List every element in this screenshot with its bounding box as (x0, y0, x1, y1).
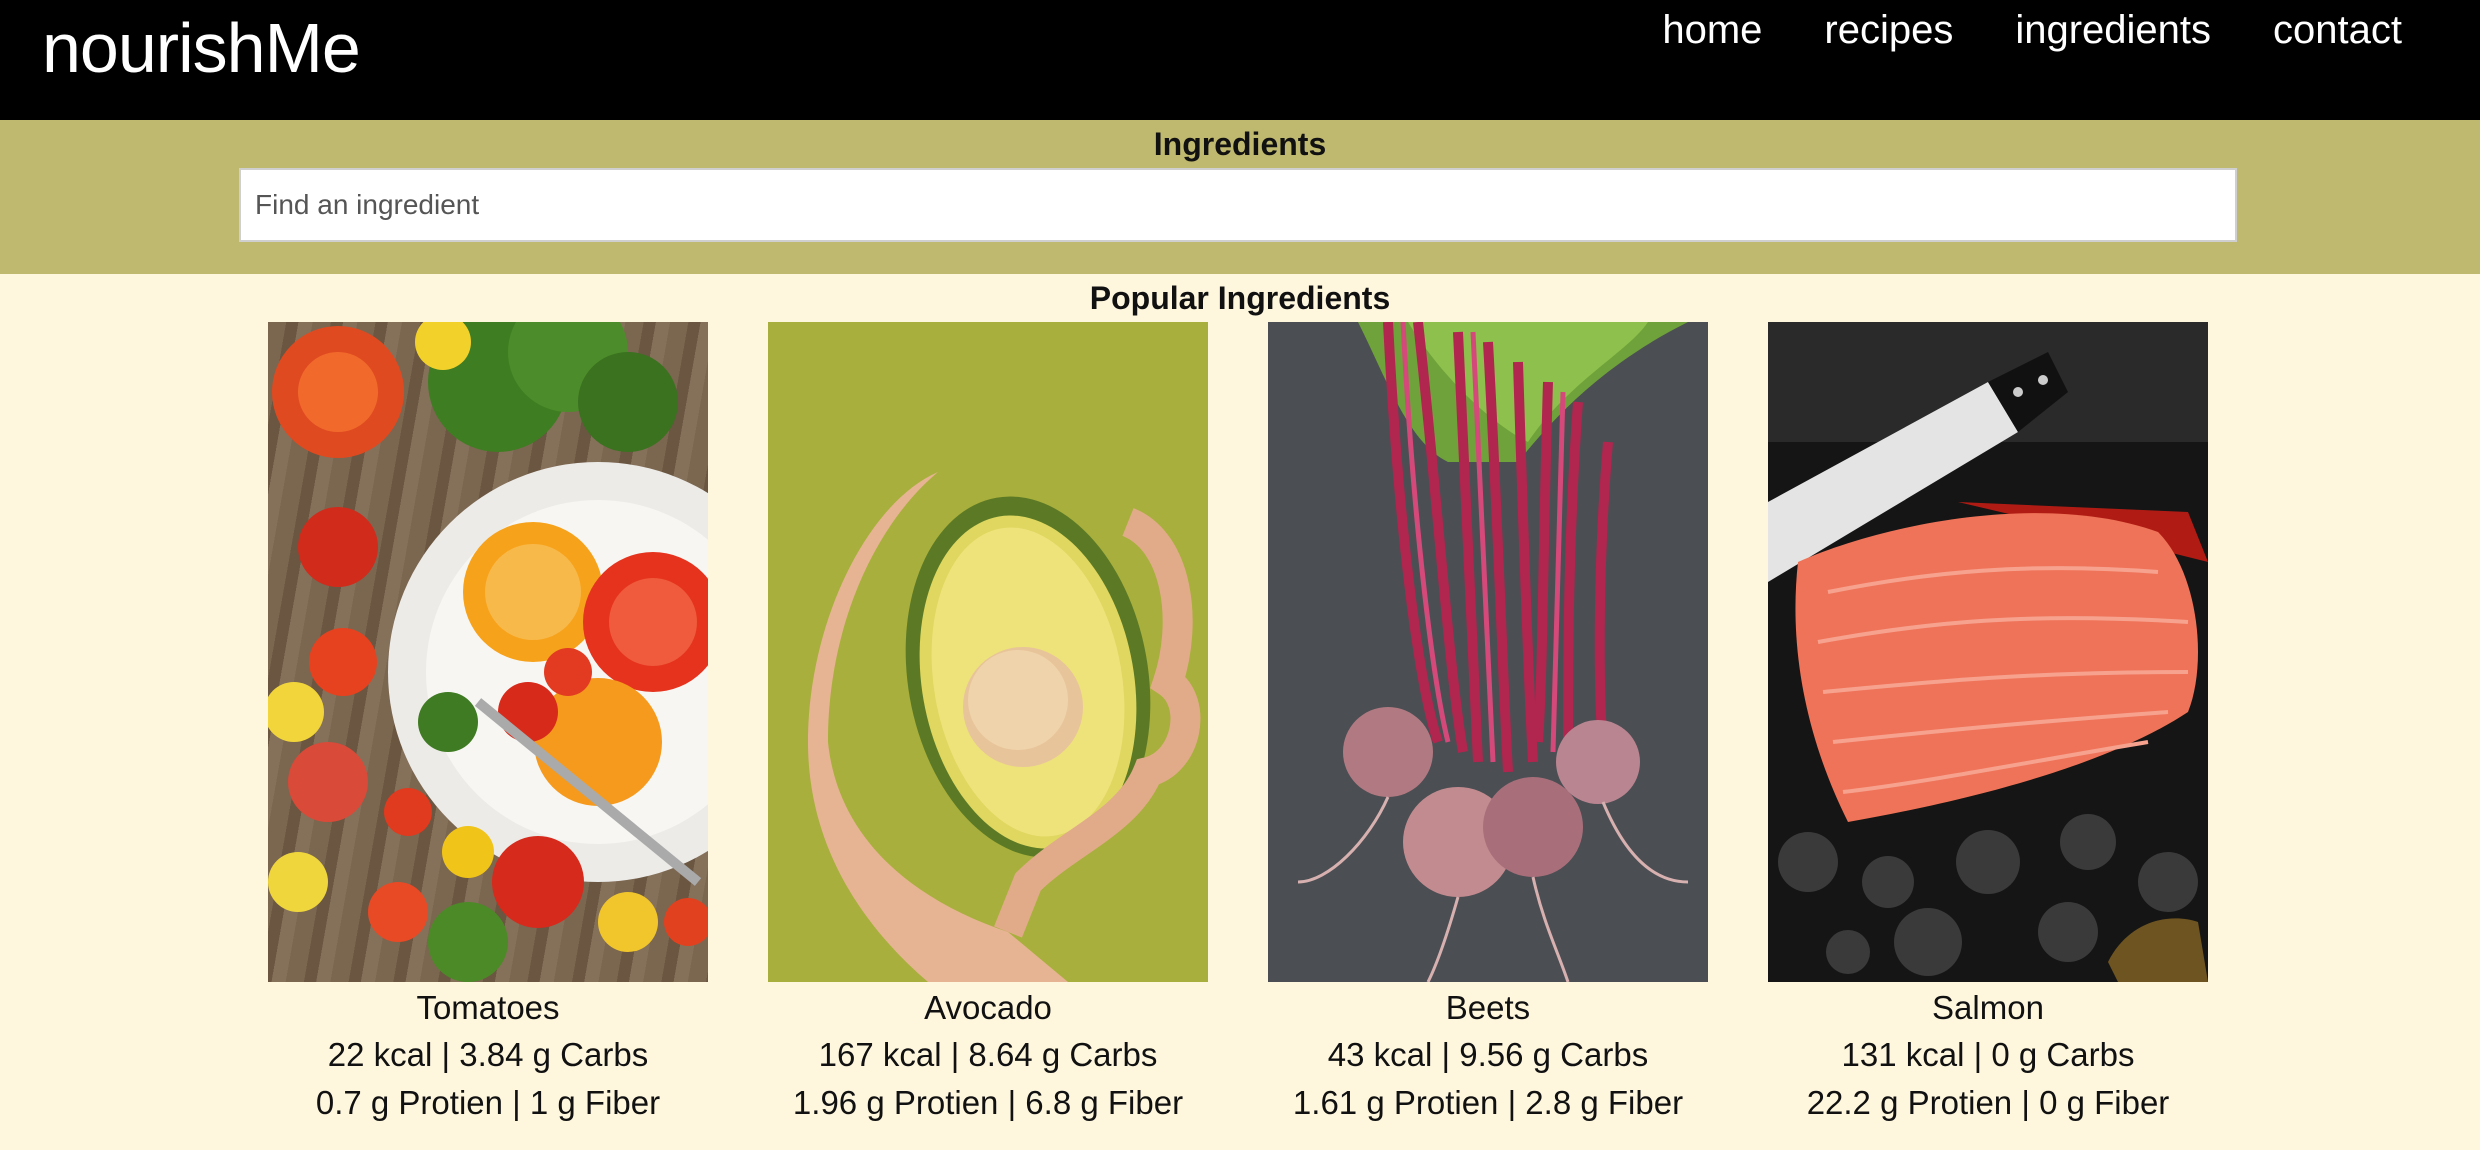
nutrition-line-2: 1.61 g Protien | 2.8 g Fiber (1292, 1084, 1684, 1122)
site-logo[interactable]: nourishMe (42, 8, 361, 88)
nutrition-line-1: 131 kcal | 0 g Carbs (1841, 1036, 2135, 1074)
main-nav: home recipes ingredients contact (1662, 8, 2402, 53)
beets-image[interactable] (1268, 322, 1708, 982)
ingredient-card-beets[interactable]: Beets 43 kcal | 9.56 g Carbs 1.61 g Prot… (1268, 322, 1708, 1122)
nutrition-line-1: 22 kcal | 3.84 g Carbs (327, 1036, 649, 1074)
ingredient-card-salmon[interactable]: Salmon 131 kcal | 0 g Carbs 22.2 g Proti… (1768, 322, 2208, 1122)
search-title: Ingredients (1153, 126, 1327, 162)
nav-home[interactable]: home (1662, 8, 1762, 53)
salmon-image[interactable] (1768, 322, 2208, 982)
ingredient-search-input[interactable] (239, 168, 2237, 242)
nutrition-line-1: 43 kcal | 9.56 g Carbs (1327, 1036, 1649, 1074)
nav-recipes[interactable]: recipes (1824, 8, 1953, 53)
tomatoes-image[interactable] (268, 322, 708, 982)
nutrition-line-2: 1.96 g Protien | 6.8 g Fiber (792, 1084, 1184, 1122)
popular-title: Popular Ingredients (1089, 280, 1391, 316)
ingredient-name[interactable]: Salmon (1768, 989, 2208, 1026)
avocado-image[interactable] (768, 322, 1208, 982)
ingredient-card-tomatoes[interactable]: Tomatoes 22 kcal | 3.84 g Carbs 0.7 g Pr… (268, 322, 708, 1122)
nav-ingredients[interactable]: ingredients (2015, 8, 2211, 53)
nutrition-line-1: 167 kcal | 8.64 g Carbs (818, 1036, 1158, 1074)
nav-contact[interactable]: contact (2273, 8, 2402, 53)
nutrition-line-2: 0.7 g Protien | 1 g Fiber (315, 1084, 661, 1122)
top-navbar: nourishMe home recipes ingredients conta… (0, 0, 2480, 120)
ingredient-card-avocado[interactable]: Avocado 167 kcal | 8.64 g Carbs 1.96 g P… (768, 322, 1208, 1122)
ingredient-name[interactable]: Avocado (768, 989, 1208, 1026)
ingredient-name[interactable]: Beets (1268, 989, 1708, 1026)
nutrition-line-2: 22.2 g Protien | 0 g Fiber (1806, 1084, 2170, 1122)
ingredient-name[interactable]: Tomatoes (268, 989, 708, 1026)
